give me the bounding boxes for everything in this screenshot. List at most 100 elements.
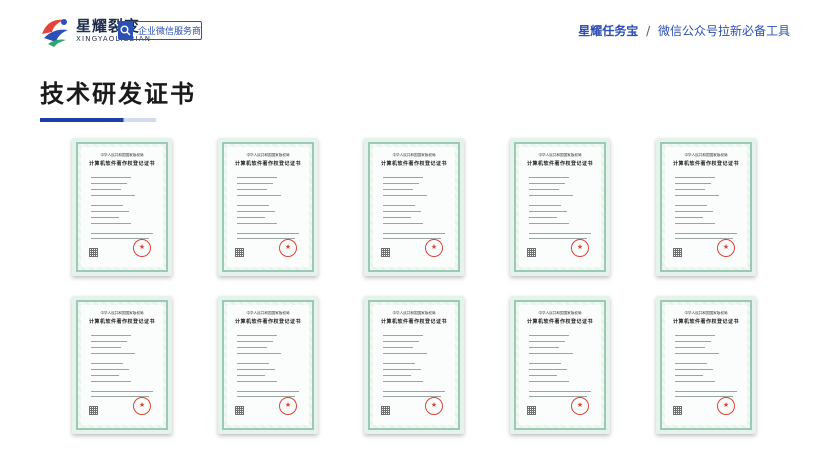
certificate-paper: 中华人民共和国国家版权局 计算机软件著作权登记证书 [227, 147, 309, 267]
official-seal-icon [571, 397, 589, 415]
certificate-card: 中华人民共和国国家版权局 计算机软件著作权登记证书 [364, 138, 464, 276]
qr-code-icon [381, 248, 390, 257]
certificate-text-line [383, 183, 419, 184]
certificate-text-line [529, 347, 559, 348]
certificate-issuer: 中华人民共和国国家版权局 [684, 311, 728, 315]
certificate-text-line [529, 223, 569, 224]
certificate-text-line [529, 335, 569, 336]
qr-code-icon [235, 406, 244, 415]
certificate-text-line [529, 391, 591, 392]
certificate-text-line [675, 335, 715, 336]
certificate-card: 中华人民共和国国家版权局 计算机软件著作权登记证书 [218, 138, 318, 276]
official-seal-icon [279, 239, 297, 257]
certificate-text-line [529, 233, 591, 234]
certificate-text-line [91, 353, 135, 354]
certificate-text-line [237, 195, 281, 196]
official-seal-icon [133, 397, 151, 415]
certificate-text-line [383, 211, 421, 212]
service-provider-label: 企业微信服务商 [137, 27, 201, 37]
certificate-title: 计算机软件著作权登记证书 [88, 161, 155, 167]
certificate-frame: 中华人民共和国国家版权局 计算机软件著作权登记证书 [514, 142, 606, 272]
certificate-text-line [529, 211, 567, 212]
certificate-text-line [383, 347, 413, 348]
certificate-text-line [91, 211, 129, 212]
qr-code-icon [235, 248, 244, 257]
certificate-text-line [529, 195, 573, 196]
certificate-text-line [675, 195, 719, 196]
tagline: 星耀任务宝 / 微信公众号拉新必备工具 [578, 22, 790, 39]
certificate-paper: 中华人民共和国国家版权局 计算机软件著作权登记证书 [81, 147, 163, 267]
certificate-card: 中华人民共和国国家版权局计算机软件著作权登记证书 [72, 296, 172, 434]
certificate-text-line [675, 381, 715, 382]
search-icon [119, 22, 133, 39]
header: 星耀裂变 XINGYAOLIEBIAN 企业微信服务商 星耀任务宝 / 微信公众… [0, 0, 828, 58]
certificate-text-line [237, 369, 275, 370]
certificate-text-line [383, 217, 411, 218]
certificate-frame: 中华人民共和国国家版权局 计算机软件著作权登记证书 [660, 142, 752, 272]
certificate-text-line [237, 205, 269, 206]
certificate-paper: 中华人民共和国国家版权局 计算机软件著作权登记证书 [373, 147, 455, 267]
certificate-text-line [675, 177, 715, 178]
certificate-text-line [237, 363, 269, 364]
certificate-text-line [237, 183, 273, 184]
official-seal-icon [133, 239, 151, 257]
certificate-text-line [529, 363, 561, 364]
certificate-text-line [383, 195, 427, 196]
certificate-paper: 中华人民共和国国家版权局计算机软件著作权登记证书 [227, 305, 309, 425]
certificate-text-line [675, 183, 711, 184]
service-provider-badge: 企业微信服务商 [118, 21, 202, 40]
certificate-text-line [237, 177, 277, 178]
certificate-issuer: 中华人民共和国国家版权局 [538, 311, 582, 315]
certificate-card: 中华人民共和国国家版权局计算机软件著作权登记证书 [218, 296, 318, 434]
official-seal-icon [425, 397, 443, 415]
certificate-title: 计算机软件著作权登记证书 [88, 319, 155, 325]
certificate-issuer: 中华人民共和国国家版权局 [100, 311, 144, 315]
certificate-text-line [383, 363, 415, 364]
official-seal-icon [571, 239, 589, 257]
certificate-text-line [383, 205, 415, 206]
qr-code-icon [89, 248, 98, 257]
certificate-text-line [383, 189, 413, 190]
certificate-issuer: 中华人民共和国国家版权局 [684, 153, 728, 157]
certificate-text-line [675, 205, 707, 206]
certificate-frame: 中华人民共和国国家版权局 计算机软件著作权登记证书 [368, 300, 460, 430]
certificate-text-line [675, 211, 713, 212]
certificate-text-line [675, 391, 737, 392]
certificate-text-line [91, 189, 121, 190]
certificate-paper: 中华人民共和国国家版权局 计算机软件著作权登记证书 [519, 147, 601, 267]
qr-code-icon [381, 406, 390, 415]
certificate-text-line [91, 217, 119, 218]
title-underline [40, 118, 156, 122]
certificate-title: 计算机软件著作权登记证书 [234, 319, 301, 325]
qr-code-icon [673, 406, 682, 415]
certificate-text-line [383, 369, 421, 370]
certificate-text-line [91, 183, 127, 184]
certificate-text-line [237, 391, 299, 392]
certificate-text-line [675, 217, 703, 218]
certificate-text-line [675, 223, 715, 224]
certificate-text-line [237, 189, 267, 190]
certificate-issuer: 中华人民共和国国家版权局 [246, 311, 290, 315]
certificate-card: 中华人民共和国国家版权局 计算机软件著作权登记证书 [364, 296, 464, 434]
certificate-text-line [91, 233, 153, 234]
certificate-text-line [383, 177, 423, 178]
certificate-text-line [675, 341, 711, 342]
product-description: 微信公众号拉新必备工具 [657, 24, 790, 38]
certificate-text-line [383, 223, 423, 224]
official-seal-icon [425, 239, 443, 257]
certificate-text-line [529, 183, 565, 184]
certificate-paper: 中华人民共和国国家版权局计算机软件著作权登记证书 [81, 305, 163, 425]
certificate-card: 中华人民共和国国家版权局 计算机软件著作权登记证书 [72, 138, 172, 276]
certificate-text-line [675, 347, 705, 348]
certificate-text-line [529, 341, 565, 342]
certificate-frame: 中华人民共和国国家版权局计算机软件著作权登记证书 [222, 300, 314, 430]
certificate-text-line [529, 375, 557, 376]
certificate-text-line [529, 217, 557, 218]
certificate-text-line [237, 341, 273, 342]
qr-code-icon [673, 248, 682, 257]
certificate-text-line [237, 217, 265, 218]
brand-logo-icon [42, 19, 68, 47]
official-seal-icon [717, 397, 735, 415]
certificate-card: 中华人民共和国国家版权局 计算机软件著作权登记证书 [656, 138, 756, 276]
certificate-text-line [91, 381, 131, 382]
